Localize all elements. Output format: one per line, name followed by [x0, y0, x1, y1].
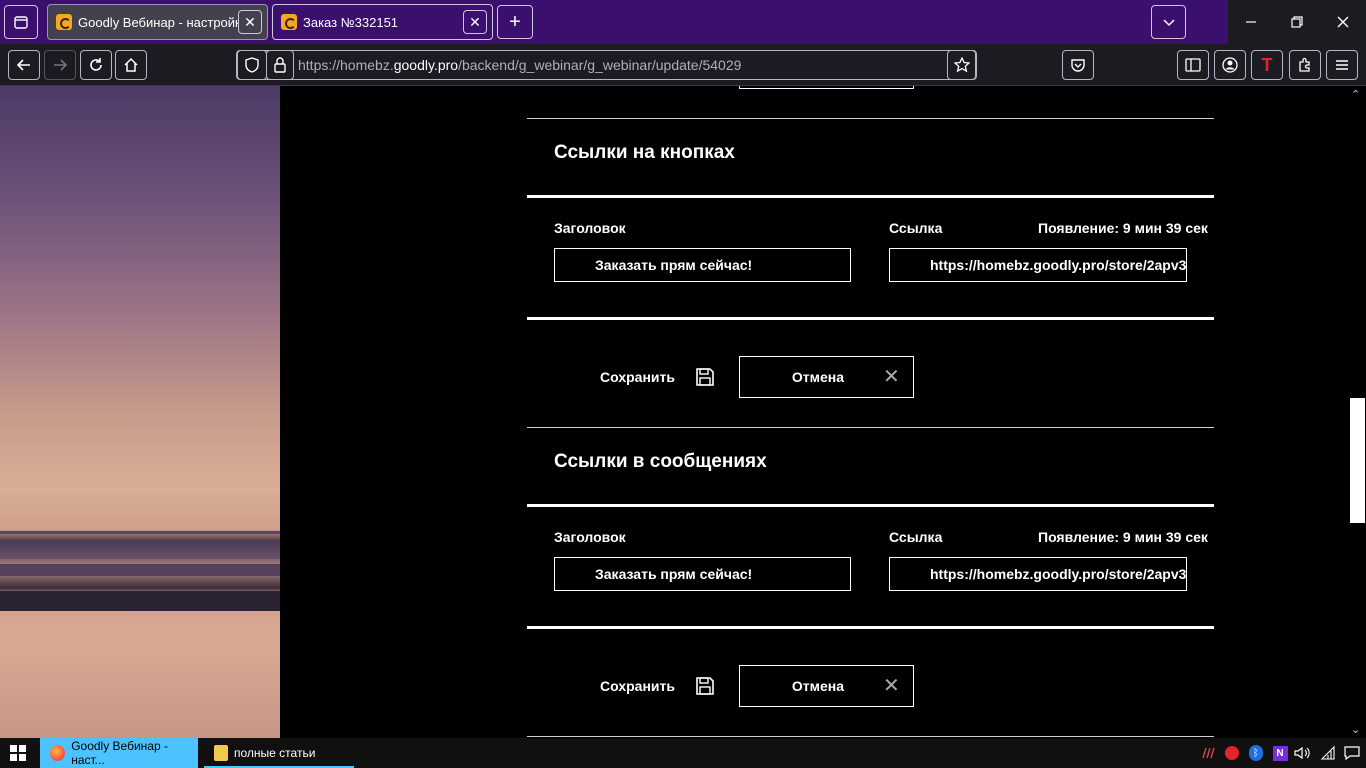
appearance-time: Появление: 9 мин 39 сек — [1038, 529, 1208, 545]
tab-list-button[interactable] — [4, 5, 38, 39]
minimize-icon — [1246, 21, 1256, 23]
close-window-button[interactable] — [1320, 0, 1366, 44]
opera-icon[interactable] — [1222, 743, 1242, 763]
link-input[interactable] — [889, 248, 1187, 282]
menu-button[interactable] — [1326, 50, 1358, 80]
account-icon — [1222, 57, 1238, 73]
arrow-right-icon — [54, 59, 68, 71]
url-path: /backend/g_webinar/g_webinar/update/5402… — [458, 57, 742, 73]
notifications-icon[interactable] — [1342, 743, 1362, 763]
header-input[interactable] — [554, 248, 851, 282]
plus-icon: + — [509, 10, 521, 33]
windows-taskbar: Goodly Вебинар - наст... полные статьи ᛒ… — [0, 738, 1366, 768]
reload-icon — [90, 58, 102, 71]
new-tab-button[interactable]: + — [497, 5, 533, 39]
puzzle-icon — [1299, 57, 1310, 72]
windows-logo-icon — [10, 745, 26, 761]
extension-t-button[interactable]: T — [1251, 50, 1283, 80]
tracking-protection-button[interactable] — [237, 50, 267, 80]
goodly-favicon-icon — [56, 14, 72, 30]
sidebar-icon — [1185, 58, 1201, 72]
link-label: Ссылка — [889, 529, 943, 545]
header-label: Заголовок — [554, 220, 626, 236]
back-button[interactable] — [8, 50, 40, 80]
taskbar-item-firefox[interactable]: Goodly Вебинар - наст... — [40, 738, 198, 768]
url-text[interactable]: https://homebz.goodly.pro/backend/g_webi… — [298, 57, 741, 73]
partial-button[interactable] — [739, 86, 914, 89]
close-tab-icon[interactable]: ✕ — [238, 10, 262, 34]
close-icon — [1337, 16, 1349, 28]
list-all-tabs-button[interactable] — [1151, 5, 1186, 39]
close-icon: ✕ — [883, 675, 900, 697]
cancel-button[interactable]: Отмена ✕ — [739, 665, 914, 707]
header-input[interactable] — [554, 557, 851, 591]
tab-bar: Goodly Вебинар - настройка ✕ Заказ №3321… — [0, 0, 1366, 44]
taskbar-item-folder[interactable]: полные статьи — [204, 738, 354, 768]
appearance-time: Появление: 9 мин 39 сек — [1038, 220, 1208, 236]
url-prefix: https://homebz. — [298, 57, 394, 73]
scroll-down-icon[interactable]: ⌄ — [1351, 723, 1360, 736]
navigation-toolbar: https://homebz.goodly.pro/backend/g_webi… — [0, 44, 1366, 86]
floppy-disk-icon[interactable] — [695, 676, 715, 696]
link-input[interactable] — [889, 557, 1187, 591]
chevron-down-icon — [1162, 19, 1175, 27]
lock-icon — [274, 57, 286, 73]
cancel-button[interactable]: Отмена ✕ — [739, 356, 914, 398]
reload-button[interactable] — [80, 50, 112, 80]
page-scrollbar[interactable]: ⌃ ⌄ — [1349, 86, 1366, 738]
tab-goodly-webinar[interactable]: Goodly Вебинар - настройка ✕ — [47, 4, 268, 40]
extension-t-icon: T — [1261, 54, 1273, 75]
forward-button[interactable] — [44, 50, 76, 80]
pocket-icon — [1071, 59, 1085, 72]
scroll-up-icon[interactable]: ⌃ — [1351, 88, 1360, 101]
account-button[interactable] — [1214, 50, 1246, 80]
bluetooth-icon[interactable]: ᛒ — [1246, 743, 1266, 763]
speaker-icon[interactable] — [1292, 743, 1312, 763]
tray-app-icon[interactable] — [1198, 743, 1218, 763]
minimize-button[interactable] — [1228, 0, 1274, 44]
sidebar-button[interactable] — [1177, 50, 1209, 80]
folder-icon — [214, 745, 228, 761]
shield-icon — [245, 57, 259, 73]
cancel-label: Отмена — [791, 369, 845, 385]
vpn-app-icon[interactable]: N — [1270, 743, 1290, 763]
taskbar-item-label: Goodly Вебинар - наст... — [71, 739, 168, 767]
extensions-button[interactable] — [1289, 50, 1321, 80]
scrollbar-thumb[interactable] — [1350, 398, 1365, 523]
address-bar[interactable]: https://homebz.goodly.pro/backend/g_webi… — [236, 50, 977, 80]
pocket-button[interactable] — [1062, 50, 1094, 80]
wifi-icon[interactable] — [1318, 743, 1338, 763]
link-label: Ссылка — [889, 220, 943, 236]
arrow-left-icon — [16, 59, 30, 71]
save-button[interactable]: Сохранить — [600, 369, 675, 385]
taskbar-item-label: полные статьи — [234, 746, 316, 760]
cancel-label: Отмена — [791, 678, 845, 694]
firefox-icon — [50, 745, 66, 761]
section-title: Ссылки в сообщениях — [554, 451, 767, 472]
url-domain: goodly.pro — [393, 57, 459, 73]
section-title: Ссылки на кнопках — [554, 142, 735, 163]
tab-order[interactable]: Заказ №332151 ✕ — [272, 4, 493, 40]
header-label: Заголовок — [554, 529, 626, 545]
goodly-favicon-icon — [281, 14, 297, 30]
bookmark-button[interactable] — [947, 50, 977, 80]
start-button[interactable] — [0, 738, 36, 768]
close-tab-icon[interactable]: ✕ — [463, 10, 487, 34]
tab-title: Заказ №332151 — [303, 14, 399, 30]
hamburger-menu-icon — [1336, 60, 1348, 70]
site-info-button[interactable] — [266, 50, 294, 80]
home-button[interactable] — [115, 50, 147, 80]
restore-icon — [1291, 16, 1303, 28]
home-icon — [124, 57, 138, 72]
star-icon — [954, 57, 970, 73]
sunset-background-image — [0, 86, 280, 738]
save-button[interactable]: Сохранить — [600, 678, 675, 694]
tab-title: Goodly Вебинар - настройка — [78, 14, 238, 30]
webinar-settings-panel: Ссылки на кнопках Заголовок Ссылка Появл… — [280, 86, 1349, 738]
restore-button[interactable] — [1274, 0, 1320, 44]
tab-list-icon — [14, 16, 28, 29]
close-icon: ✕ — [883, 366, 900, 388]
floppy-disk-icon[interactable] — [695, 367, 715, 387]
